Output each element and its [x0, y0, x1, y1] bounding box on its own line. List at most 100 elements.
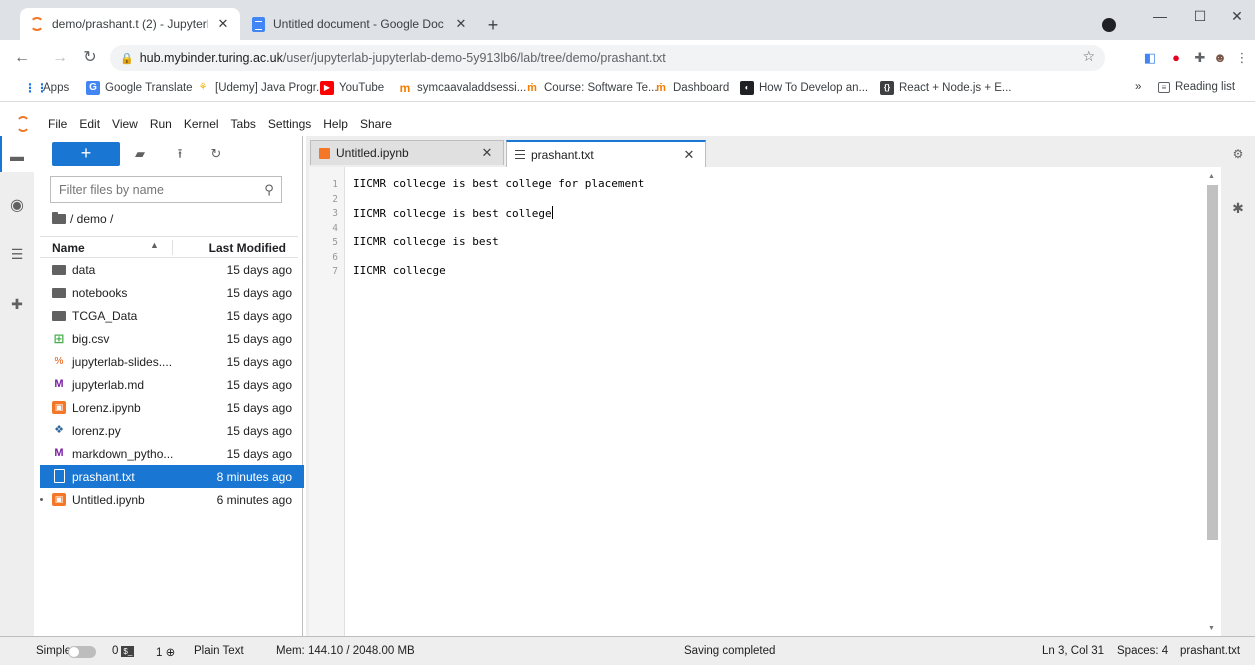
list-item[interactable]: ▣ Lorenz.ipynb 15 days ago [40, 396, 304, 419]
breadcrumb-path: / demo / [70, 212, 114, 226]
bookmark-google-translate[interactable]: G Google Translate [86, 81, 193, 95]
list-item[interactable]: ▣ Untitled.ipynb 6 minutes ago [40, 488, 304, 511]
menu-run[interactable]: Run [150, 117, 172, 131]
refresh-icon[interactable]: ↻ [206, 144, 226, 164]
menu-help[interactable]: Help [323, 117, 348, 131]
bookmark-star-icon[interactable]: ☆ [1082, 48, 1095, 65]
menu-share[interactable]: Share [360, 117, 392, 131]
browser-tab-google-docs[interactable]: Untitled document - Google Doc ✕ [242, 8, 478, 40]
bookmark-how-to-develop[interactable]: ◐ How To Develop an... [740, 81, 868, 95]
browser-toolbar: ← → ↻ 🔒 hub.mybinder.turing.ac.uk /user/… [0, 40, 1255, 76]
avatar[interactable]: ☻ [1212, 50, 1228, 66]
list-item[interactable]: M jupyterlab.md 15 days ago [40, 373, 304, 396]
menu-kernel[interactable]: Kernel [184, 117, 219, 131]
bookmark-dashboard[interactable]: ṁ Dashboard [654, 81, 729, 95]
list-item[interactable]: notebooks 15 days ago [40, 281, 304, 304]
forward-arrow-icon[interactable]: → [50, 48, 70, 68]
bookmark-label: React + Node.js + E... [899, 82, 1012, 94]
file-name: notebooks [72, 286, 128, 300]
close-icon[interactable]: ✕ [681, 147, 697, 163]
list-item[interactable]: data 15 days ago [40, 258, 304, 281]
bookmark-react-node[interactable]: {} React + Node.js + E... [880, 81, 1012, 95]
column-name[interactable]: Name [52, 241, 85, 255]
list-item[interactable]: M markdown_pytho... 15 days ago [40, 442, 304, 465]
kernel-count-value: 1 [156, 647, 163, 659]
upload-icon[interactable]: ⭱ [170, 144, 190, 164]
bookmarks-overflow[interactable]: » [1135, 81, 1141, 93]
left-activity-bar: ▬ ◉ ☰ ✚ [0, 136, 34, 636]
list-item[interactable]: TCGA_Data 15 days ago [40, 304, 304, 327]
tab-untitled-ipynb[interactable]: Untitled.ipynb ✕ [310, 140, 504, 165]
address-bar[interactable]: 🔒 hub.mybinder.turing.ac.uk /user/jupyte… [110, 45, 1105, 71]
property-inspector-gears-icon[interactable]: ⚙ [1230, 146, 1246, 162]
menu-view[interactable]: View [112, 117, 138, 131]
menu-tabs[interactable]: Tabs [231, 117, 256, 131]
new-tab-button[interactable]: + [483, 16, 503, 36]
file-modified: 15 days ago [226, 447, 292, 461]
bookmark-course[interactable]: ṁ Course: Software Te... [525, 81, 657, 95]
back-arrow-icon[interactable]: ← [12, 48, 32, 68]
file-modified: 15 days ago [226, 424, 292, 438]
tab-prashant-txt[interactable]: prashant.txt ✕ [506, 140, 706, 167]
scroll-down-icon[interactable]: ▼ [1208, 625, 1215, 632]
notebook-icon: ▣ [52, 401, 66, 414]
menu-edit[interactable]: Edit [79, 117, 100, 131]
close-tab-icon[interactable]: ✕ [214, 16, 232, 32]
profile-icon[interactable] [1102, 18, 1116, 32]
status-filename: prashant.txt [1180, 645, 1241, 657]
close-icon[interactable]: ✕ [479, 145, 495, 161]
notebook-icon: ▣ [52, 493, 66, 506]
menu-settings[interactable]: Settings [268, 117, 311, 131]
m-icon: m [399, 81, 411, 95]
extensions-puzzle-icon[interactable]: ✚ [1192, 50, 1208, 66]
bookmark-symcaa[interactable]: m symcaavaladdsessi... [398, 81, 527, 95]
file-type-status[interactable]: Plain Text [194, 645, 244, 657]
scrollbar-thumb[interactable] [1207, 185, 1218, 540]
minimize-button[interactable]: — [1145, 4, 1175, 28]
code-line: IICMR collecge is best [353, 235, 499, 248]
breadcrumb[interactable]: / demo / [52, 209, 113, 229]
jupyter-favicon-icon [30, 17, 44, 31]
indent-spaces[interactable]: Spaces: 4 [1117, 645, 1168, 657]
line-number: 4 [332, 223, 338, 234]
table-of-contents-icon[interactable]: ☰ [9, 246, 25, 262]
maximize-button[interactable]: ☐ [1185, 4, 1215, 28]
apps-grid-icon: ⋮⋮ [24, 81, 48, 95]
editor-scrollbar[interactable]: ▲ ▼ [1207, 173, 1218, 632]
extension-icon[interactable]: ◧ [1142, 50, 1158, 66]
bookmark-apps[interactable]: ⋮⋮ Apps [24, 81, 69, 95]
column-last-modified[interactable]: Last Modified [209, 241, 286, 255]
list-item[interactable]: % jupyterlab-slides.... 15 days ago [40, 350, 304, 373]
list-item-selected[interactable]: prashant.txt 8 minutes ago [40, 465, 304, 488]
browser-menu-icon[interactable]: ⋮ [1234, 50, 1250, 66]
simple-mode-toggle[interactable] [68, 646, 96, 658]
debugger-bug-icon[interactable]: ✱ [1230, 200, 1246, 216]
bookmark-udemy[interactable]: ⚘ [Udemy] Java Progr... [196, 81, 326, 95]
new-folder-icon[interactable]: ▰ [130, 144, 150, 164]
kernel-count[interactable]: 1 ⊕ [156, 645, 175, 659]
reading-list[interactable]: ≡ Reading list [1158, 81, 1235, 93]
text-editor[interactable]: 1 2 3 4 5 6 7 IICMR collecge is best col… [309, 167, 1221, 636]
menu-file[interactable]: File [48, 117, 67, 131]
filter-files-input[interactable] [59, 182, 257, 197]
reload-icon[interactable]: ↻ [80, 48, 100, 68]
browser-tab-jupyterlab[interactable]: demo/prashant.t (2) - JupyterLab ✕ [20, 8, 240, 40]
list-item[interactable]: ⊞ big.csv 15 days ago [40, 327, 304, 350]
extension-manager-icon[interactable]: ✚ [9, 296, 25, 312]
pinterest-icon[interactable]: ● [1168, 50, 1184, 66]
file-browser-panel: + ▰ ⭱ ↻ ⚲ / demo / Name ▲ Last Modified … [34, 136, 304, 636]
scroll-up-icon[interactable]: ▲ [1208, 173, 1215, 180]
new-launcher-button[interactable]: + [52, 142, 120, 166]
list-item[interactable]: ❖ lorenz.py 15 days ago [40, 419, 304, 442]
terminal-count[interactable]: 0 $_ [112, 645, 137, 657]
file-browser-folder-icon[interactable]: ▬ [9, 148, 25, 164]
cursor-position[interactable]: Ln 3, Col 31 [1042, 645, 1104, 657]
bookmark-youtube[interactable]: ▶ YouTube [320, 81, 384, 95]
spreadsheet-icon: ⊞ [53, 331, 65, 346]
file-name: jupyterlab-slides.... [72, 355, 173, 369]
right-activity-bar: ⚙ ✱ [1221, 136, 1255, 636]
line-number: 6 [332, 252, 338, 263]
running-sessions-icon[interactable]: ◉ [9, 198, 25, 214]
close-tab-icon[interactable]: ✕ [452, 16, 470, 32]
close-window-button[interactable]: ✕ [1222, 4, 1252, 28]
